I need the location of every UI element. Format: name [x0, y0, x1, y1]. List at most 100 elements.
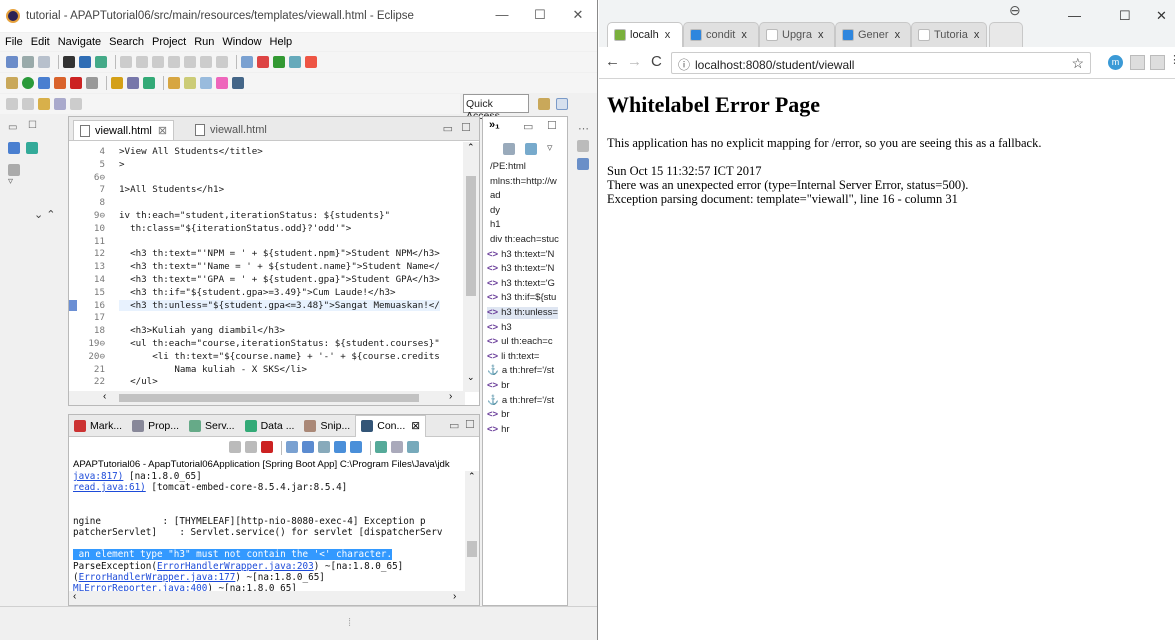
- overflow-icon[interactable]: ⋯: [578, 122, 589, 135]
- remove-launch-icon[interactable]: [245, 441, 257, 453]
- next-annotation-icon[interactable]: [6, 98, 18, 110]
- code-line[interactable]: iv th:each="student,iterationStatus: ${s…: [119, 210, 390, 221]
- menu-item[interactable]: Window: [222, 36, 261, 48]
- clear-console-icon[interactable]: [286, 441, 298, 453]
- properties-icon[interactable]: [577, 158, 589, 170]
- console-tab-1[interactable]: Prop...: [127, 415, 184, 437]
- code-area[interactable]: >View All Students</title> >1>All Student…: [119, 142, 455, 392]
- drop-frame-icon[interactable]: [241, 56, 253, 68]
- pin-console-icon[interactable]: [375, 441, 387, 453]
- project-icon[interactable]: [8, 164, 20, 176]
- reload-icon[interactable]: C: [651, 53, 662, 70]
- terminal-icon[interactable]: [79, 56, 91, 68]
- minimize-outline-icon[interactable]: ▭: [523, 120, 533, 133]
- new-package-icon[interactable]: [127, 77, 139, 89]
- previous-annotation-icon[interactable]: [22, 98, 34, 110]
- code-line[interactable]: Nama kuliah - X SKS</li>: [119, 364, 307, 375]
- new-tab-button[interactable]: [989, 22, 1023, 47]
- console-vertical-scrollbar[interactable]: ⌃: [465, 471, 479, 591]
- scroll-right-icon[interactable]: ›: [449, 391, 452, 402]
- minimize-icon[interactable]: —: [1068, 8, 1081, 23]
- scroll-down-icon[interactable]: ⌄: [467, 372, 475, 383]
- outline-item[interactable]: /PE:html: [487, 161, 526, 173]
- extension-save-icon[interactable]: [1150, 55, 1165, 70]
- maximize-icon[interactable]: ☐: [1119, 8, 1131, 24]
- relaunch-icon[interactable]: [86, 77, 98, 89]
- maximize-console-icon[interactable]: ☐: [465, 418, 475, 431]
- debug-icon[interactable]: [63, 56, 75, 68]
- step-over-icon[interactable]: [200, 56, 212, 68]
- tab-viewall-second[interactable]: viewall.html: [189, 120, 273, 140]
- maximize-editor-icon[interactable]: ☐: [461, 121, 471, 134]
- close-tab-icon[interactable]: x: [741, 29, 747, 41]
- minimize-editor-icon[interactable]: ▭: [443, 122, 453, 135]
- search-icon[interactable]: [200, 77, 212, 89]
- hierarchy-icon[interactable]: [26, 142, 38, 154]
- step-into-icon[interactable]: [184, 56, 196, 68]
- code-line[interactable]: th:class="${iterationStatus.odd}?'odd'">: [119, 223, 351, 234]
- outline-item[interactable]: ad: [487, 190, 501, 202]
- outline-item[interactable]: <> h3 th:text='G: [487, 278, 555, 290]
- outline-item[interactable]: <> li th:text=: [487, 351, 539, 363]
- browser-tab-0[interactable]: localh x: [607, 22, 683, 47]
- run-config-icon[interactable]: [54, 77, 66, 89]
- scroll-up-icon[interactable]: ⌃: [468, 471, 476, 482]
- outline-item[interactable]: <> br: [487, 380, 510, 392]
- close-tab-icon[interactable]: x: [818, 29, 824, 41]
- outline-item[interactable]: ⚓ a th:href='/st: [487, 395, 554, 407]
- scroll-lock-icon[interactable]: [302, 441, 314, 453]
- profile-icon[interactable]: ⊖: [1009, 2, 1021, 19]
- stop-run-icon[interactable]: [70, 77, 82, 89]
- scroll-thumb[interactable]: [466, 176, 476, 296]
- package-explorer-icon[interactable]: [8, 142, 20, 154]
- menu-item[interactable]: Edit: [31, 36, 50, 48]
- open-type-icon[interactable]: [168, 77, 180, 89]
- outline-item[interactable]: <> ul th:each=c: [487, 336, 553, 348]
- extension-icon[interactable]: [1130, 55, 1145, 70]
- console-tab-4[interactable]: Snip...: [299, 415, 355, 437]
- extension-m-icon[interactable]: m: [1108, 55, 1123, 70]
- chevron-down-icon[interactable]: ▿: [8, 176, 13, 187]
- outline-item[interactable]: <> h3 th:unless=: [487, 307, 558, 319]
- back-icon[interactable]: [54, 98, 66, 110]
- minimize-view-icon[interactable]: ▭: [8, 122, 17, 133]
- step-return-icon[interactable]: [216, 56, 228, 68]
- close-tab-icon[interactable]: x: [974, 29, 980, 41]
- run-icon[interactable]: [22, 77, 34, 89]
- chrome-menu-icon[interactable]: ⋮: [1169, 53, 1175, 66]
- display-console-icon[interactable]: [391, 441, 403, 453]
- console-tab-3[interactable]: Data ...: [240, 415, 300, 437]
- view-menu-icon[interactable]: ▿: [547, 141, 553, 154]
- scroll-right-icon[interactable]: ›: [453, 591, 456, 602]
- browser-tab-1[interactable]: condit x: [683, 22, 759, 47]
- code-line[interactable]: 1>All Students</h1>: [119, 184, 224, 195]
- code-line[interactable]: <h3 th:unless="${student.gpa<=3.48}">San…: [119, 299, 440, 311]
- outline-item[interactable]: <> h3 th:if=${stu: [487, 292, 556, 304]
- stacktrace-link[interactable]: read.java:61): [73, 482, 146, 493]
- code-line[interactable]: >View All Students</title>: [119, 146, 263, 157]
- resume-icon[interactable]: [120, 56, 132, 68]
- coverage-icon[interactable]: [38, 77, 50, 89]
- stacktrace-link[interactable]: MLErrorReporter.java:400: [73, 583, 207, 591]
- info-icon[interactable]: ⓘ: [678, 58, 690, 72]
- h-scroll-thumb[interactable]: [119, 394, 419, 402]
- menu-item[interactable]: Navigate: [58, 36, 101, 48]
- menu-item[interactable]: Project: [152, 36, 186, 48]
- editor-horizontal-scrollbar[interactable]: ‹ ›: [69, 391, 465, 405]
- close-tab-icon[interactable]: x: [895, 29, 901, 41]
- code-line[interactable]: <h3 th:text="'GPA = ' + ${student.gpa}">…: [119, 274, 440, 285]
- new-icon[interactable]: [6, 56, 18, 68]
- collapse-icon[interactable]: ⌄ ⌃: [34, 208, 56, 221]
- outline-item[interactable]: div th:each=stuc: [487, 234, 559, 246]
- scroll-left-icon[interactable]: ‹: [73, 591, 76, 602]
- stacktrace-link[interactable]: ErrorHandlerWrapper.java:177: [79, 572, 236, 583]
- open-task-icon[interactable]: [184, 77, 196, 89]
- toggle-icon[interactable]: [232, 77, 244, 89]
- minimize-icon[interactable]: —: [495, 8, 509, 22]
- browser-tab-4[interactable]: Tutoria x: [911, 22, 987, 47]
- console-tab-0[interactable]: Mark...: [69, 415, 127, 437]
- collapse-all-icon[interactable]: [525, 143, 537, 155]
- more-views-label[interactable]: »₁: [489, 119, 500, 131]
- tasks-icon[interactable]: [577, 140, 589, 152]
- outline-item[interactable]: <> br: [487, 409, 510, 421]
